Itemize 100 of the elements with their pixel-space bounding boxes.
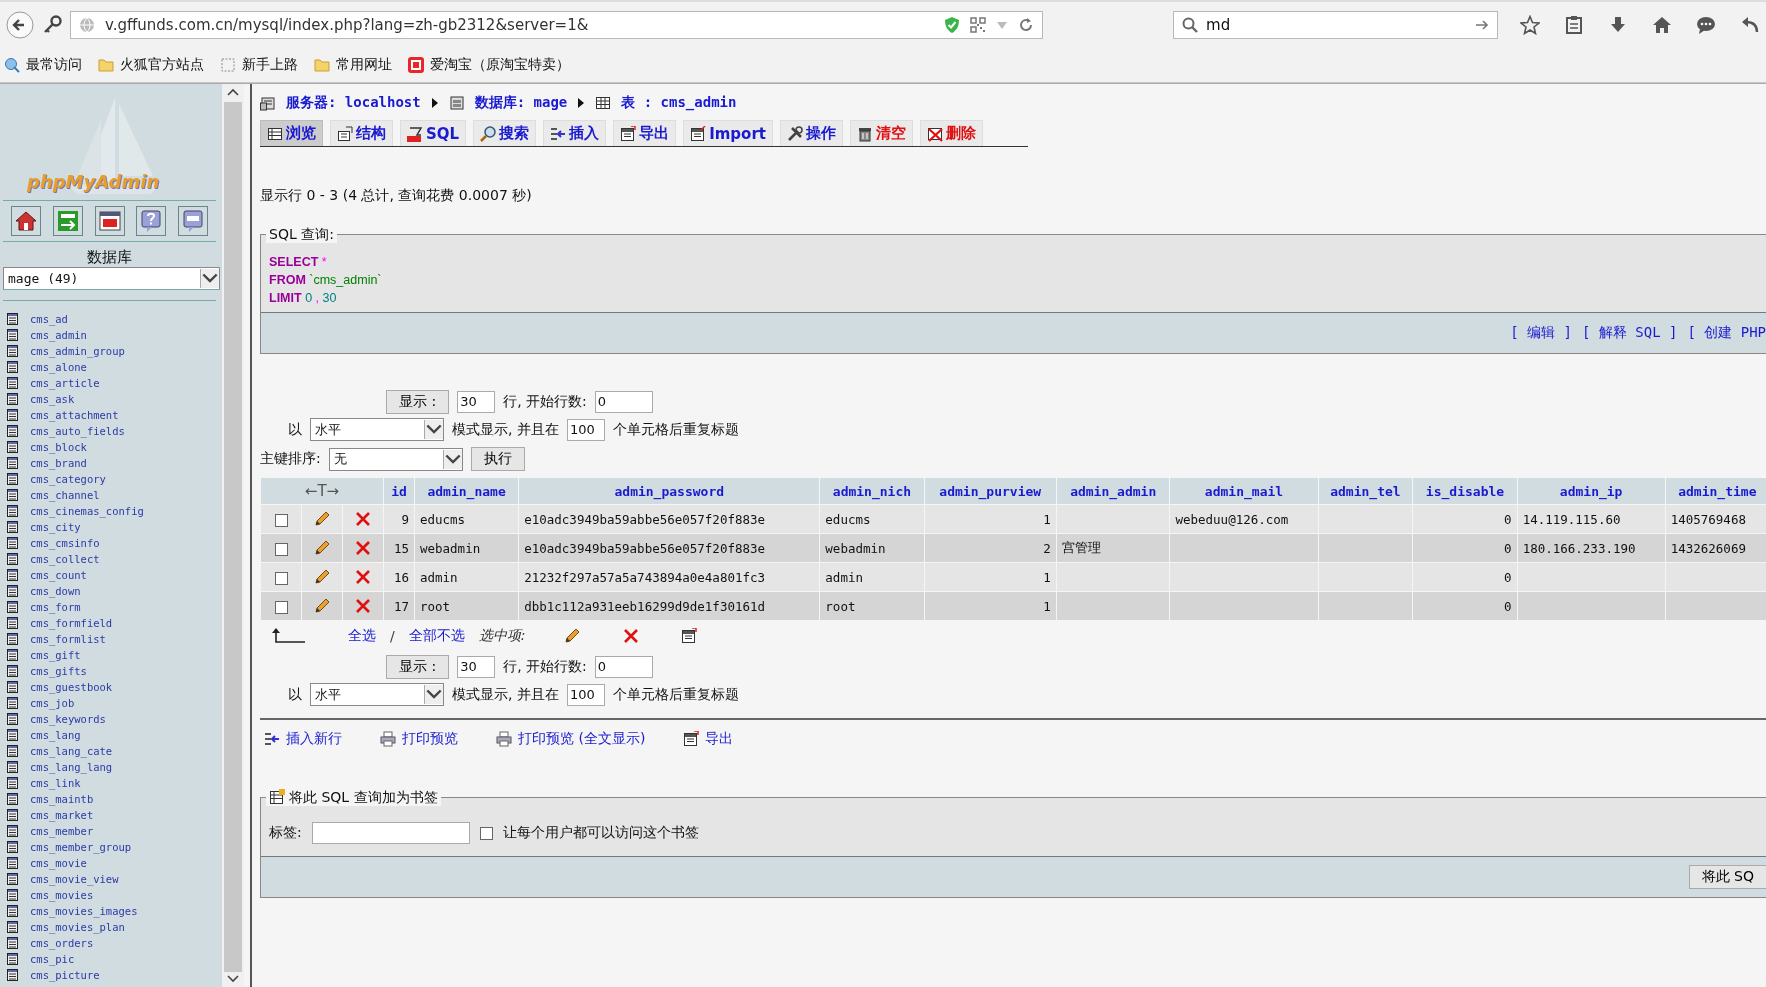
qr-code-icon[interactable] bbox=[970, 17, 987, 33]
home-icon[interactable] bbox=[1652, 15, 1672, 35]
table-icon[interactable] bbox=[7, 345, 18, 357]
table-link[interactable]: cms_lang_lang bbox=[30, 761, 113, 773]
mode-select[interactable]: 水平 bbox=[310, 683, 444, 706]
search-field[interactable]: md bbox=[1173, 11, 1498, 39]
row-checkbox[interactable] bbox=[274, 513, 288, 527]
table-icon[interactable] bbox=[7, 441, 18, 453]
table-icon[interactable] bbox=[7, 665, 18, 677]
action-link[interactable]: 打印预览 bbox=[380, 730, 458, 748]
key-icon[interactable] bbox=[42, 15, 62, 35]
sql-action-link[interactable]: [ 编辑 ] bbox=[1510, 324, 1572, 342]
breadcrumb-link[interactable]: 表 : cms_admin bbox=[621, 94, 737, 112]
table-link[interactable]: cms_movies_images bbox=[30, 905, 138, 917]
show-button[interactable]: 显示 : bbox=[386, 655, 450, 679]
table-icon[interactable] bbox=[7, 953, 18, 965]
table-link[interactable]: cms_movies_plan bbox=[30, 921, 125, 933]
column-header[interactable]: id bbox=[384, 478, 414, 504]
table-icon[interactable] bbox=[7, 425, 18, 437]
table-link[interactable]: cms_cmsinfo bbox=[30, 537, 100, 549]
table-link[interactable]: cms_brand bbox=[30, 457, 87, 469]
scroll-thumb[interactable] bbox=[224, 102, 242, 972]
table-link[interactable]: cms_orders bbox=[30, 937, 94, 949]
column-header[interactable]: admin_tel bbox=[1318, 478, 1413, 504]
table-icon[interactable] bbox=[7, 377, 18, 389]
table-icon[interactable] bbox=[7, 457, 18, 469]
table-icon[interactable] bbox=[7, 585, 18, 597]
tab[interactable]: 清空 bbox=[849, 120, 913, 146]
repeat-input[interactable]: 100 bbox=[566, 683, 605, 706]
table-link[interactable]: cms_guestbook bbox=[30, 681, 113, 693]
table-icon[interactable] bbox=[7, 729, 18, 741]
table-icon[interactable] bbox=[7, 697, 18, 709]
delete-icon[interactable] bbox=[623, 628, 640, 644]
table-icon[interactable] bbox=[7, 857, 18, 869]
table-icon[interactable] bbox=[7, 489, 18, 501]
table-icon[interactable] bbox=[7, 809, 18, 821]
table-icon[interactable] bbox=[7, 601, 18, 613]
row-checkbox[interactable] bbox=[274, 600, 288, 614]
table-icon[interactable] bbox=[7, 313, 18, 325]
table-link[interactable]: cms_attachment bbox=[30, 409, 119, 421]
pencil-icon[interactable] bbox=[313, 510, 331, 528]
table-icon[interactable] bbox=[7, 361, 18, 373]
delete-icon[interactable] bbox=[355, 598, 371, 615]
column-header[interactable]: admin_time bbox=[1665, 478, 1766, 504]
table-link[interactable]: cms_block bbox=[30, 441, 87, 453]
table-icon[interactable] bbox=[7, 329, 18, 341]
show-button[interactable]: 显示 : bbox=[386, 390, 450, 414]
scrollbar[interactable] bbox=[222, 84, 244, 987]
table-icon[interactable] bbox=[7, 409, 18, 421]
pencil-icon[interactable] bbox=[313, 568, 331, 586]
tab[interactable]: 操作 bbox=[779, 120, 843, 146]
column-header[interactable]: admin_ip bbox=[1517, 478, 1665, 504]
column-header[interactable]: admin_purview bbox=[924, 478, 1056, 504]
bookmark-item[interactable]: 爱淘宝（原淘宝特卖） bbox=[408, 56, 570, 74]
table-link[interactable]: cms_channel bbox=[30, 489, 100, 501]
table-icon[interactable] bbox=[7, 681, 18, 693]
table-link[interactable]: cms_down bbox=[30, 585, 81, 597]
repeat-input[interactable]: 100 bbox=[566, 418, 605, 441]
table-icon[interactable] bbox=[7, 569, 18, 581]
table-link[interactable]: cms_category bbox=[30, 473, 106, 485]
row-checkbox[interactable] bbox=[274, 571, 288, 585]
action-link[interactable]: 打印预览 (全文显示) bbox=[496, 730, 646, 748]
table-icon[interactable] bbox=[7, 537, 18, 549]
pencil-icon[interactable] bbox=[313, 597, 331, 615]
table-link[interactable]: cms_collect bbox=[30, 553, 100, 565]
delete-icon[interactable] bbox=[355, 540, 371, 557]
tab[interactable]: 删除 bbox=[919, 120, 983, 146]
table-icon[interactable] bbox=[7, 393, 18, 405]
column-header[interactable]: admin_mail bbox=[1170, 478, 1318, 504]
sort-select[interactable]: 无 bbox=[328, 447, 463, 471]
table-link[interactable]: cms_ask bbox=[30, 393, 75, 405]
rows-input[interactable]: 30 bbox=[457, 656, 496, 678]
table-icon[interactable] bbox=[7, 969, 18, 981]
action-link[interactable]: 插入新行 bbox=[264, 730, 342, 748]
table-icon[interactable] bbox=[7, 617, 18, 629]
bookmark-item[interactable]: 火狐官方站点 bbox=[98, 56, 204, 74]
breadcrumb-link[interactable]: 服务器: localhost bbox=[286, 94, 421, 112]
table-link[interactable]: cms_alone bbox=[30, 361, 87, 373]
table-icon[interactable] bbox=[7, 649, 18, 661]
breadcrumb-link[interactable]: 数据库: mage bbox=[474, 94, 568, 112]
sql-window-icon[interactable] bbox=[97, 209, 122, 233]
row-checkbox[interactable] bbox=[274, 542, 288, 556]
table-link[interactable]: cms_city bbox=[30, 521, 81, 533]
uncheck-all-link[interactable]: 全部不选 bbox=[408, 627, 465, 645]
table-link[interactable]: cms_movies bbox=[30, 889, 94, 901]
bookmark-item[interactable]: 最常访问 bbox=[4, 56, 82, 74]
table-link[interactable]: cms_maintb bbox=[30, 793, 94, 805]
help-icon[interactable] bbox=[139, 209, 164, 233]
table-link[interactable]: cms_auto_fields bbox=[30, 425, 125, 437]
bookmark-name-field[interactable] bbox=[311, 822, 470, 844]
table-icon[interactable] bbox=[7, 553, 18, 565]
bookmark-submit-button[interactable]: 将此 SQ bbox=[1688, 865, 1766, 889]
address-bar[interactable]: v.gffunds.com.cn/mysql/index.php?lang=zh-gb2312&server=1& bbox=[70, 11, 1044, 39]
export-icon[interactable] bbox=[681, 628, 698, 644]
tab[interactable]: 浏览 bbox=[260, 120, 323, 146]
table-link[interactable]: cms_formfield bbox=[30, 617, 113, 629]
undo-icon[interactable] bbox=[1740, 15, 1760, 35]
back-icon[interactable] bbox=[6, 11, 34, 39]
rows-input[interactable]: 30 bbox=[457, 391, 496, 413]
tab[interactable]: Import bbox=[683, 120, 773, 146]
